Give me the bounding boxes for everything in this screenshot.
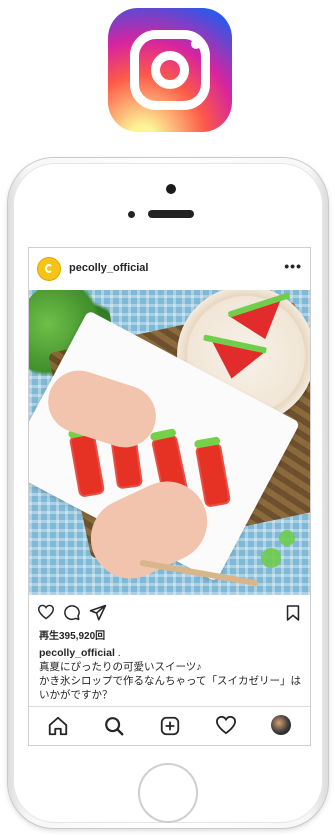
logo-lens-shape: [151, 51, 189, 89]
profile-avatar[interactable]: [271, 715, 291, 735]
bookmark-icon[interactable]: [286, 604, 300, 627]
home-icon[interactable]: [47, 715, 69, 737]
paper-plane-icon[interactable]: [89, 604, 107, 627]
post-actions: [29, 598, 310, 626]
heart-icon[interactable]: [37, 604, 55, 625]
home-button[interactable]: [138, 763, 198, 823]
top-camera: [166, 184, 176, 194]
post-username[interactable]: pecolly_official: [69, 262, 148, 274]
user-avatar[interactable]: [37, 257, 61, 281]
logo-dot-shape: [191, 39, 201, 49]
front-camera: [128, 211, 135, 218]
earpiece-speaker: [148, 210, 194, 218]
add-post-icon[interactable]: [159, 715, 181, 737]
more-options-icon[interactable]: •••: [284, 258, 302, 274]
search-icon[interactable]: [103, 715, 125, 737]
comment-icon[interactable]: [63, 604, 81, 627]
bottom-navigation: [29, 706, 310, 745]
app-screen: pecolly_official ••• 再生395,920回 pecolly_…: [28, 247, 311, 746]
post-photo[interactable]: [29, 290, 310, 595]
clover-leaf: [279, 530, 295, 546]
view-count: 再生395,920回: [39, 631, 106, 642]
caption-username[interactable]: pecolly_official: [39, 647, 115, 659]
heart-icon[interactable]: [215, 715, 237, 737]
instagram-logo: [108, 8, 232, 132]
clover-leaf: [261, 548, 281, 568]
post-caption: pecolly_official . 真夏にぴったりの可愛いスイーツ♪ かき氷シ…: [39, 646, 301, 702]
post-header: pecolly_official •••: [29, 248, 310, 290]
